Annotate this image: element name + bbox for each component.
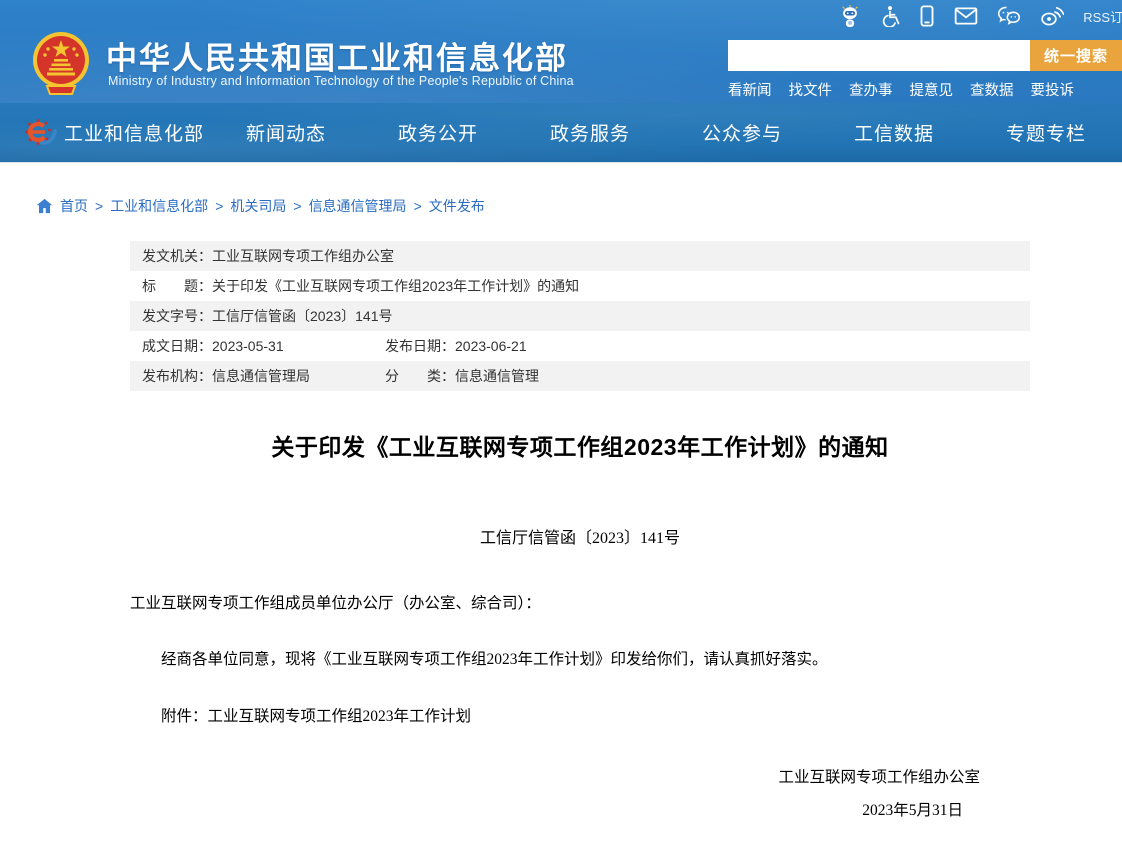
accessibility-icon[interactable] [880, 5, 900, 27]
written-date-value: 2023-05-31 [212, 338, 284, 354]
article-attachment-line: 附件：工业互联网专项工作组2023年工作计划 [130, 707, 1030, 727]
table-row: 发文机关：工业互联网专项工作组办公室 [130, 241, 1030, 271]
table-row: 标 题：关于印发《工业互联网专项工作组2023年工作计划》的通知 [130, 271, 1030, 301]
mobile-icon[interactable] [919, 5, 935, 27]
breadcrumb: 首页 > 工业和信息化部 > 机关司局 > 信息通信管理局 > 文件发布 [36, 196, 1122, 216]
quick-links: 看新闻 找文件 查办事 提意见 查数据 要投诉 [728, 79, 1074, 100]
nav-item-miit[interactable]: 工业和信息化部 [58, 119, 210, 146]
nav-item-gov-open[interactable]: 政务公开 [362, 119, 514, 146]
table-row: 发文字号：工信厅信管函〔2023〕141号 [130, 301, 1030, 331]
nav-item-participation[interactable]: 公众参与 [666, 119, 818, 146]
nav-item-gov-service[interactable]: 政务服务 [514, 119, 666, 146]
article-date: 2023年5月31日 [130, 798, 1030, 820]
quick-link-files[interactable]: 找文件 [789, 79, 833, 100]
breadcrumb-separator: > [95, 198, 103, 214]
site-title: 中华人民共和国工业和信息化部 [106, 33, 568, 78]
title-label: 标 题： [142, 278, 212, 294]
quick-link-suggest[interactable]: 提意见 [910, 79, 954, 100]
breadcrumb-file-release[interactable]: 文件发布 [429, 196, 485, 216]
breadcrumb-bureau[interactable]: 信息通信管理局 [309, 196, 407, 216]
issuing-agency-value: 工业互联网专项工作组办公室 [212, 248, 394, 264]
title-value: 关于印发《工业互联网专项工作组2023年工作计划》的通知 [212, 278, 579, 294]
miit-logo-icon [24, 116, 58, 150]
breadcrumb-separator: > [215, 198, 223, 214]
breadcrumb-separator: > [414, 198, 422, 214]
breadcrumb-departments[interactable]: 机关司局 [230, 196, 286, 216]
publish-org-label: 发布机构： [142, 368, 212, 384]
article-paragraph: 经商各单位同意，现将《工业互联网专项工作组2023年工作计划》印发给你们，请认真… [130, 650, 1030, 670]
category-value: 信息通信管理 [455, 368, 539, 384]
search-input[interactable] [728, 40, 1030, 71]
quick-link-services[interactable]: 查办事 [849, 79, 893, 100]
table-row: 发布机构：信息通信管理局 分 类：信息通信管理 [130, 361, 1030, 391]
mail-icon[interactable] [954, 7, 978, 25]
robot-mascot-icon[interactable] [839, 4, 861, 28]
weibo-icon[interactable] [1040, 5, 1064, 27]
unified-search-button[interactable]: 统一搜索 [1030, 40, 1122, 71]
nav-item-data[interactable]: 工信数据 [818, 119, 970, 146]
written-date-label: 成文日期： [142, 338, 212, 354]
wechat-icon[interactable] [997, 5, 1021, 27]
quick-link-news[interactable]: 看新闻 [728, 79, 772, 100]
article-signature: 工业互联网专项工作组办公室 [130, 765, 1030, 787]
issuing-agency-label: 发文机关： [142, 248, 212, 264]
quick-link-data[interactable]: 查数据 [970, 79, 1014, 100]
nav-item-topics[interactable]: 专题专栏 [970, 119, 1122, 146]
breadcrumb-miit[interactable]: 工业和信息化部 [110, 196, 208, 216]
rss-subscribe-link[interactable]: RSS订阅 [1083, 7, 1122, 26]
publish-date-value: 2023-06-21 [455, 338, 527, 354]
national-emblem [30, 30, 92, 98]
doc-number-label: 发文字号： [142, 308, 212, 324]
category-label: 分 类： [385, 368, 455, 384]
nav-item-news[interactable]: 新闻动态 [210, 119, 362, 146]
table-row: 成文日期：2023-05-31 发布日期：2023-06-21 [130, 331, 1030, 361]
publish-date-label: 发布日期： [385, 338, 455, 354]
breadcrumb-separator: > [293, 198, 301, 214]
breadcrumb-home[interactable]: 首页 [60, 196, 88, 216]
article-doc-number: 工信厅信管函〔2023〕141号 [130, 524, 1030, 548]
site-header: RSS订阅 中华人民共和国工业和信息化部 Ministry of Industr… [0, 0, 1122, 103]
article-body: 关于印发《工业互联网专项工作组2023年工作计划》的通知 工信厅信管函〔2023… [130, 428, 1030, 820]
doc-number-value: 工信厅信管函〔2023〕141号 [212, 308, 393, 324]
nav-items: 工业和信息化部 新闻动态 政务公开 政务服务 公众参与 工信数据 专题专栏 [58, 119, 1122, 146]
article-salutation: 工业互联网专项工作组成员单位办公厅（办公室、综合司）： [130, 594, 1030, 614]
main-nav: 工业和信息化部 新闻动态 政务公开 政务服务 公众参与 工信数据 专题专栏 [0, 103, 1122, 163]
quick-link-complaint[interactable]: 要投诉 [1031, 79, 1075, 100]
topbar-icons: RSS订阅 [839, 3, 1122, 29]
site-subtitle: Ministry of Industry and Information Tec… [108, 74, 574, 88]
home-icon[interactable] [36, 198, 53, 214]
document-info-table: 发文机关：工业互联网专项工作组办公室 标 题：关于印发《工业互联网专项工作组20… [130, 241, 1030, 391]
publish-org-value: 信息通信管理局 [212, 368, 310, 384]
article-title: 关于印发《工业互联网专项工作组2023年工作计划》的通知 [130, 428, 1030, 462]
search-bar: 统一搜索 [728, 40, 1122, 71]
